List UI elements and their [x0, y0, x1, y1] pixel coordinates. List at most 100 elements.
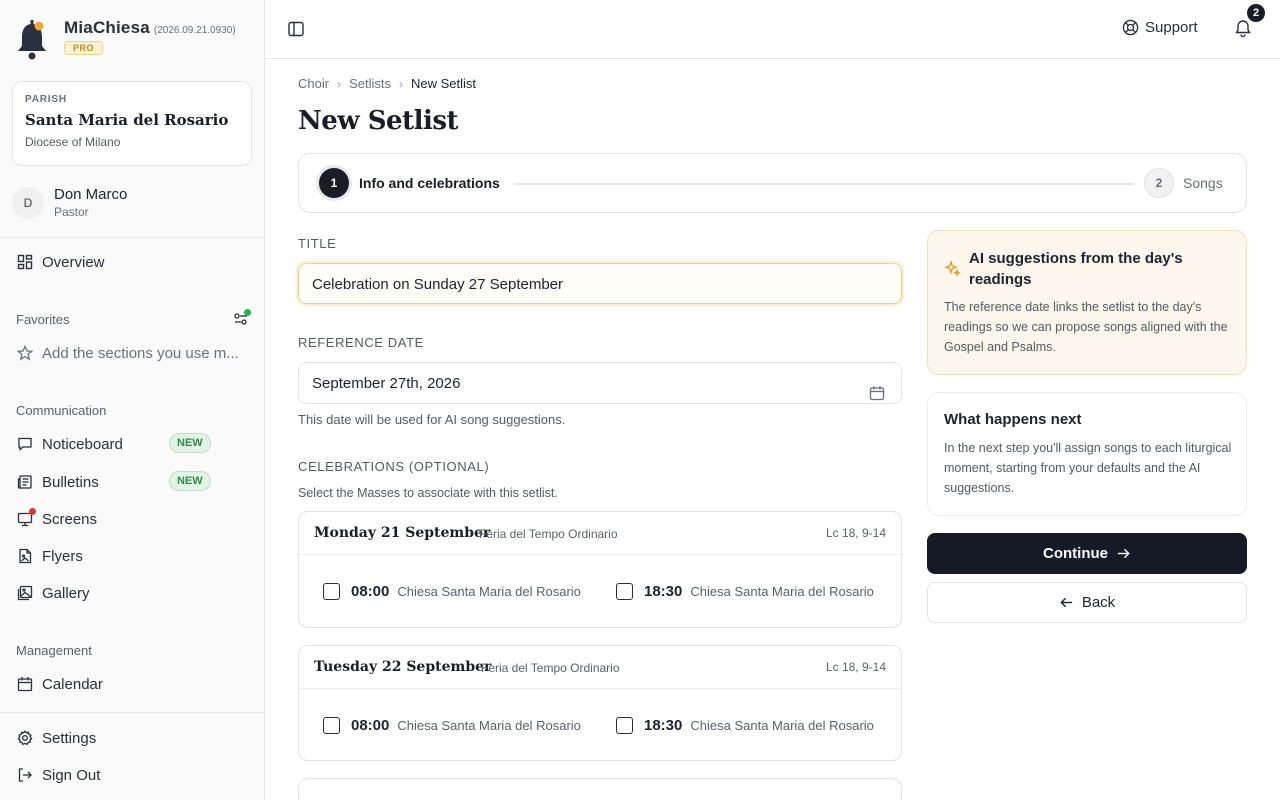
- new-badge: NEW: [169, 471, 211, 491]
- sidebar: MiaChiesa (2026.09.21.0930) PRO PARISH Sa…: [0, 0, 265, 800]
- mass-checkbox[interactable]: [616, 583, 633, 600]
- calendar-icon[interactable]: [869, 376, 885, 401]
- top-bar: Support 2: [265, 0, 1280, 59]
- brand[interactable]: MiaChiesa (2026.09.21.0930) PRO: [14, 18, 236, 62]
- user-profile[interactable]: D Don Marco Pastor: [12, 186, 127, 219]
- breadcrumb: Choir › Setlists › New Setlist: [298, 76, 476, 91]
- chevron-right-icon: ›: [398, 76, 403, 91]
- ai-suggestions-card: AI suggestions from the day's readings T…: [927, 230, 1247, 375]
- new-badge: NEW: [169, 433, 211, 453]
- arrow-right-icon: [1117, 548, 1130, 559]
- plan-badge: PRO: [64, 41, 104, 55]
- alert-dot: [29, 508, 36, 515]
- sidebar-item-label: Calendar: [42, 675, 103, 693]
- day-title: Tuesday 22 September: [314, 659, 492, 675]
- sidebar-item-gallery[interactable]: Gallery: [16, 581, 248, 605]
- day-title: Monday 21 September: [314, 525, 491, 541]
- chevron-right-icon: ›: [337, 76, 342, 91]
- next-card-title: What happens next: [944, 411, 1082, 428]
- sidebar-item-overview[interactable]: Overview: [16, 250, 248, 274]
- day-header: Monday 21 September Feria del Tempo Ordi…: [299, 512, 901, 555]
- page-title: New Setlist: [298, 106, 458, 136]
- support-button[interactable]: Support: [1122, 19, 1198, 36]
- mass-option[interactable]: 08:00 Chiesa Santa Maria del Rosario: [323, 717, 581, 734]
- sidebar-item-label: Overview: [42, 253, 105, 271]
- sidebar-item-label: Sign Out: [42, 766, 101, 784]
- step-connector: [513, 183, 1133, 185]
- sidebar-item-label: Settings: [42, 729, 97, 747]
- step-1-indicator: 1: [319, 168, 349, 198]
- mass-checkbox[interactable]: [323, 583, 340, 600]
- day-reading: Lc 18, 9-14: [825, 526, 886, 540]
- day-feria: Feria del Tempo Ordinario: [479, 527, 618, 541]
- favorites-placeholder-text: Add the sections you use m...: [42, 344, 239, 362]
- bell-logo-icon: [14, 18, 50, 62]
- monitor-icon: [16, 508, 36, 528]
- parish-card[interactable]: PARISH Santa Maria del Rosario Diocese o…: [12, 81, 252, 166]
- mass-time: 08:00: [351, 717, 390, 734]
- breadcrumb-current: New Setlist: [410, 76, 477, 91]
- sidebar-toggle-icon[interactable]: [287, 20, 305, 38]
- mass-checkbox[interactable]: [616, 717, 633, 734]
- day-feria: Feria del Tempo Ordinario: [481, 661, 620, 675]
- reference-date-input[interactable]: September 27th, 2026: [298, 362, 902, 404]
- status-dot: [244, 309, 251, 316]
- sidebar-item-label: Noticeboard: [42, 435, 123, 453]
- breadcrumb-choir[interactable]: Choir: [298, 76, 329, 91]
- edit-favorites-icon[interactable]: [233, 309, 251, 327]
- sidebar-item-calendar[interactable]: Calendar: [16, 672, 248, 696]
- mass-place: Chiesa Santa Maria del Rosario: [397, 584, 581, 599]
- sidebar-item-settings[interactable]: Settings: [16, 726, 248, 750]
- title-label: TITLE: [298, 236, 337, 251]
- next-step-card: What happens next In the next step you'l…: [927, 392, 1247, 516]
- celebrations-hint: Select the Masses to associate with this…: [298, 486, 558, 500]
- newspaper-icon: [16, 473, 34, 491]
- next-card-body: In the next step you'll assign songs to …: [944, 441, 1232, 495]
- message-icon: [16, 435, 34, 453]
- images-icon: [16, 584, 34, 602]
- reference-date-value: September 27th, 2026: [312, 375, 461, 392]
- back-label: Back: [1081, 594, 1116, 611]
- day-card: [298, 778, 902, 800]
- day-header: Tuesday 22 September Feria del Tempo Ord…: [299, 646, 901, 689]
- notification-count-badge: 2: [1247, 4, 1265, 22]
- sidebar-item-label: Gallery: [42, 584, 90, 602]
- sidebar-item-bulletins[interactable]: Bulletins: [16, 470, 248, 494]
- sidebar-divider: [0, 712, 264, 713]
- continue-label: Continue: [1043, 545, 1108, 562]
- lifebuoy-icon: [1122, 19, 1139, 36]
- sidebar-item-signout[interactable]: Sign Out: [16, 763, 248, 787]
- back-button[interactable]: Back: [927, 582, 1247, 623]
- continue-button[interactable]: Continue: [927, 533, 1247, 574]
- sidebar-item-flyers[interactable]: Flyers: [16, 544, 248, 568]
- sidebar-item-noticeboard[interactable]: Noticeboard: [16, 432, 248, 456]
- parish-name: Santa Maria del Rosario: [25, 111, 229, 129]
- notifications-bell-icon[interactable]: [1233, 18, 1253, 38]
- mass-place: Chiesa Santa Maria del Rosario: [690, 718, 874, 733]
- celebrations-label: CELEBRATIONS (OPTIONAL): [298, 459, 490, 474]
- parish-diocese: Diocese of Milano: [25, 135, 121, 149]
- mass-option[interactable]: 18:30 Chiesa Santa Maria del Rosario: [616, 717, 874, 734]
- title-input[interactable]: Celebration on Sunday 27 September: [298, 263, 902, 304]
- sidebar-item-screens[interactable]: Screens: [16, 507, 248, 531]
- communication-label: Communication: [16, 403, 107, 418]
- ai-card-title: AI suggestions from the day's readings: [969, 250, 1183, 288]
- arrow-left-icon: [1060, 597, 1072, 608]
- avatar: D: [12, 186, 44, 219]
- stepper: 1 Info and celebrations 2 Songs: [298, 153, 1247, 213]
- step-1-label: Info and celebrations: [359, 175, 500, 191]
- breadcrumb-setlists[interactable]: Setlists: [349, 76, 391, 91]
- day-card: Tuesday 22 September Feria del Tempo Ord…: [298, 645, 902, 761]
- mass-checkbox[interactable]: [323, 717, 340, 734]
- mass-option[interactable]: 08:00 Chiesa Santa Maria del Rosario: [323, 583, 581, 600]
- favorites-placeholder[interactable]: Add the sections you use m...: [16, 341, 248, 365]
- management-label: Management: [16, 643, 92, 658]
- mass-option[interactable]: 18:30 Chiesa Santa Maria del Rosario: [616, 583, 874, 600]
- mass-time: 08:00: [351, 583, 390, 600]
- file-image-icon: [16, 547, 34, 565]
- app-version: (2026.09.21.0930): [153, 25, 236, 36]
- grid-icon: [16, 253, 34, 271]
- step-2-label: Songs: [1183, 175, 1223, 191]
- sidebar-divider: [0, 237, 264, 238]
- day-reading: Lc 18, 9-14: [825, 660, 886, 674]
